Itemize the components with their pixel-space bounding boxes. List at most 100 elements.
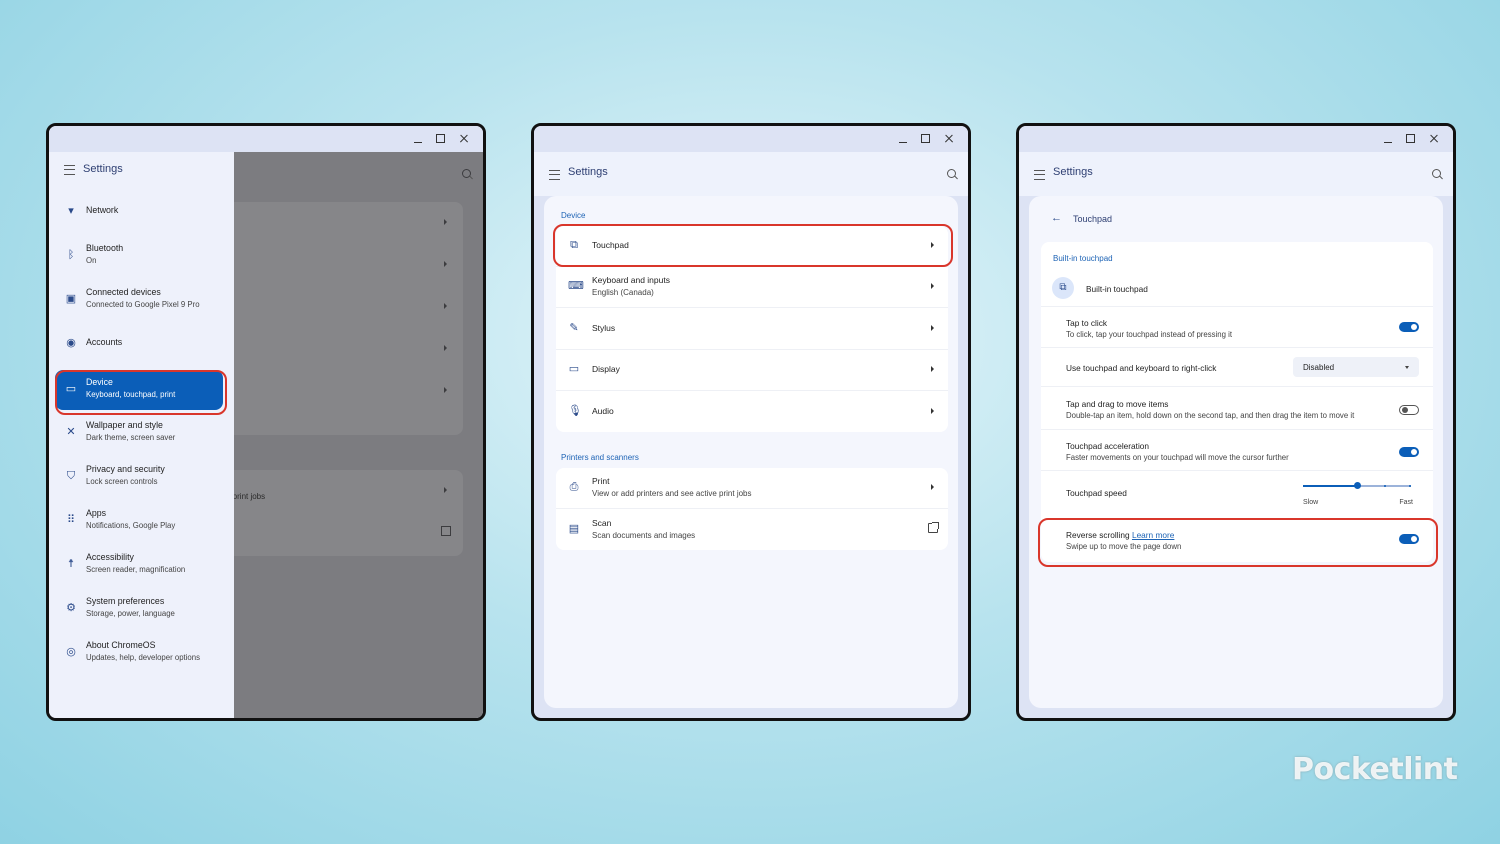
speed-slider[interactable] [1303, 482, 1411, 489]
close-icon[interactable] [942, 131, 956, 145]
nav-item-apps[interactable]: ⠿ Apps Notifications, Google Play [55, 501, 223, 541]
row-sublabel: Scan documents and images [592, 531, 696, 540]
chromeos-icon: ◎ [66, 646, 76, 658]
main-content: Device ⧉ Touchpad ⌨ Keyboard and inputs … [544, 196, 958, 708]
search-icon[interactable] [1432, 169, 1441, 178]
row-label: Keyboard and inputs [592, 275, 670, 285]
gear-icon: ⚙ [66, 602, 76, 614]
shield-icon: ⛉ [66, 470, 76, 482]
chevron-right-icon [931, 325, 934, 331]
slider-thumb[interactable] [1353, 482, 1361, 489]
nav-label: Wallpaper and style [86, 420, 163, 430]
section-heading: Built-in touchpad [1053, 254, 1113, 263]
dropdown-value: Disabled [1303, 363, 1335, 372]
nav-label: Accessibility [86, 552, 134, 562]
display-icon: ▭ [568, 363, 580, 375]
minimize-icon[interactable] [1381, 131, 1395, 145]
back-arrow-icon[interactable]: ← [1051, 212, 1062, 224]
row-stylus[interactable]: ✎ Stylus [556, 309, 948, 350]
slider-tick [1384, 484, 1386, 487]
row-sublabel: To click, tap your touchpad instead of p… [1066, 330, 1232, 339]
section-heading-device: Device [561, 211, 586, 220]
chevron-right-icon [931, 408, 934, 414]
tap-to-click-toggle[interactable] [1399, 322, 1419, 332]
nav-item-system-preferences[interactable]: ⚙ System preferences Storage, power, lan… [55, 589, 223, 629]
watermark-logo: Pocketlint [1292, 752, 1458, 787]
row-label: Display [592, 364, 620, 374]
row-scan[interactable]: ▤ Scan Scan documents and images [556, 510, 948, 550]
menu-icon[interactable] [1034, 170, 1045, 180]
chevron-right-icon [444, 303, 447, 309]
accessibility-icon: ☨ [68, 558, 74, 570]
navigation-drawer: Settings ▾ Network ᛒ Bluetooth On ▣ Conn… [49, 152, 234, 718]
row-speed: Touchpad speed Slow Fast [1041, 471, 1433, 515]
row-audio[interactable]: 🎙 Audio [556, 392, 948, 432]
row-display[interactable]: ▭ Display [556, 350, 948, 391]
search-icon[interactable] [947, 169, 956, 178]
open-external-icon [441, 526, 451, 536]
app-title: Settings [1053, 166, 1093, 178]
menu-icon[interactable] [64, 165, 75, 175]
nav-label: About ChromeOS [86, 640, 156, 650]
slider-max-label: Fast [1399, 499, 1413, 506]
row-tap-drag[interactable]: Tap and drag to move items Double-tap an… [1041, 387, 1433, 430]
nav-item-privacy[interactable]: ⛉ Privacy and security Lock screen contr… [55, 457, 223, 497]
maximize-icon[interactable] [433, 131, 447, 145]
scanner-icon: ▤ [568, 523, 580, 535]
nav-item-accessibility[interactable]: ☨ Accessibility Screen reader, magnifica… [55, 545, 223, 585]
app-title: Settings [568, 166, 608, 178]
close-icon[interactable] [1427, 131, 1441, 145]
nav-item-about[interactable]: ◎ About ChromeOS Updates, help, develope… [55, 633, 223, 673]
nav-sublabel: Notifications, Google Play [86, 521, 176, 530]
account-icon: ◉ [66, 337, 76, 349]
chevron-right-icon [444, 345, 447, 351]
row-label: Scan [592, 518, 612, 528]
nav-item-bluetooth[interactable]: ᛒ Bluetooth On [55, 236, 223, 276]
nav-item-network[interactable]: ▾ Network [55, 192, 223, 232]
row-tap-to-click[interactable]: Tap to click To click, tap your touchpad… [1041, 307, 1433, 348]
minimize-icon[interactable] [411, 131, 425, 145]
close-icon[interactable] [457, 131, 471, 145]
settings-window-menu: e print jobs Settings ▾ Network ᛒ Blueto… [46, 123, 486, 721]
nav-item-accounts[interactable]: ◉ Accounts [55, 324, 223, 364]
acceleration-toggle[interactable] [1399, 447, 1419, 457]
microphone-icon: 🎙 [568, 405, 582, 417]
highlight-box [1038, 518, 1438, 567]
row-label: Touchpad acceleration [1066, 441, 1150, 451]
maximize-icon[interactable] [918, 131, 932, 145]
highlight-box [553, 224, 953, 267]
stylus-icon: ✎ [569, 322, 579, 334]
nav-label: Network [86, 205, 119, 215]
touchpad-card: Built-in touchpad ⧉ Built-in touchpad Ta… [1041, 242, 1433, 562]
row-right-click: Use touchpad and keyboard to right-click… [1041, 348, 1433, 387]
tap-drag-toggle[interactable] [1399, 405, 1419, 415]
slider-tick [1330, 484, 1332, 487]
row-keyboard[interactable]: ⌨ Keyboard and inputs English (Canada) [556, 267, 948, 308]
touchpad-icon: ⧉ [1052, 277, 1074, 299]
nav-sublabel: Dark theme, screen saver [86, 433, 176, 442]
printer-icon: ⎙ [569, 481, 579, 493]
chevron-right-icon [931, 283, 934, 289]
row-print[interactable]: ⎙ Print View or add printers and see act… [556, 468, 948, 509]
section-heading-printers: Printers and scanners [561, 453, 639, 462]
nav-label: Connected devices [86, 287, 161, 297]
settings-window-device: Settings Device ⧉ Touchpad ⌨ Keyboard an… [531, 123, 971, 721]
apps-grid-icon: ⠿ [66, 514, 76, 526]
row-label: Audio [592, 406, 614, 416]
title-bar [1019, 126, 1453, 152]
minimize-icon[interactable] [896, 131, 910, 145]
slider-min-label: Slow [1303, 499, 1319, 506]
nav-item-connected-devices[interactable]: ▣ Connected devices Connected to Google … [55, 280, 223, 320]
row-acceleration[interactable]: Touchpad acceleration Faster movements o… [1041, 430, 1433, 471]
nav-label: Accounts [86, 337, 123, 347]
device-row: ⧉ Built-in touchpad [1041, 270, 1433, 307]
slider-tick [1408, 484, 1411, 487]
chevron-right-icon [444, 487, 447, 493]
right-click-dropdown[interactable]: Disabled [1293, 357, 1419, 377]
menu-icon[interactable] [549, 170, 560, 180]
nav-sublabel: On [86, 256, 97, 265]
chevron-right-icon [444, 387, 447, 393]
nav-sublabel: Updates, help, developer options [86, 653, 200, 662]
maximize-icon[interactable] [1403, 131, 1417, 145]
nav-item-wallpaper[interactable]: ✕ Wallpaper and style Dark theme, screen… [55, 413, 223, 453]
